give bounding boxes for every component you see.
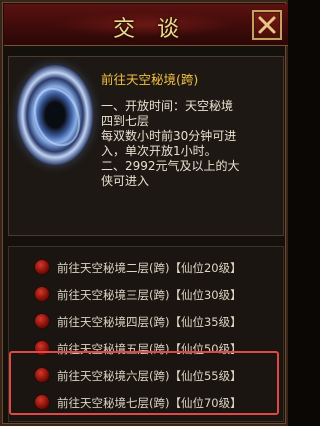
info-line: 侠可进入 bbox=[101, 174, 150, 188]
dialog-window: 交谈 前往天空秘境(跨) 一、开放时间：天空秘境 四到七层 每双数小时前30分钟… bbox=[0, 0, 288, 426]
dialog-title: 交谈 bbox=[112, 17, 201, 42]
info-line: 入，单次开放1小时。 bbox=[101, 144, 217, 158]
vortex-portal-icon bbox=[17, 65, 93, 165]
option-floor-3[interactable]: 前往天空秘境三层(跨)【仙位30级】 bbox=[15, 282, 281, 308]
title-bar: 交谈 bbox=[4, 4, 288, 46]
option-label: 前往天空秘境四层(跨)【仙位35级】 bbox=[57, 315, 242, 329]
info-line: 二、2992元气及以上的大 bbox=[101, 159, 240, 173]
bullet-icon bbox=[35, 287, 49, 301]
highlight-outline bbox=[9, 351, 279, 415]
info-line: 每双数小时前30分钟可进 bbox=[101, 129, 237, 143]
bullet-icon bbox=[35, 314, 49, 328]
info-line: 四到七层 bbox=[101, 114, 150, 128]
option-floor-2[interactable]: 前往天空秘境二层(跨)【仙位20级】 bbox=[15, 255, 281, 281]
info-line: 一、开放时间：天空秘境 bbox=[101, 99, 234, 113]
info-description: 一、开放时间：天空秘境 四到七层 每双数小时前30分钟可进 入，单次开放1小时。… bbox=[101, 99, 277, 189]
option-label: 前往天空秘境三层(跨)【仙位30级】 bbox=[57, 288, 242, 302]
close-button[interactable] bbox=[252, 10, 282, 40]
close-x-icon bbox=[258, 16, 276, 34]
info-panel: 前往天空秘境(跨) 一、开放时间：天空秘境 四到七层 每双数小时前30分钟可进 … bbox=[8, 56, 284, 236]
option-floor-4[interactable]: 前往天空秘境四层(跨)【仙位35级】 bbox=[15, 309, 281, 335]
option-label: 前往天空秘境二层(跨)【仙位20级】 bbox=[57, 261, 242, 275]
info-title: 前往天空秘境(跨) bbox=[101, 72, 199, 87]
bullet-icon bbox=[35, 260, 49, 274]
